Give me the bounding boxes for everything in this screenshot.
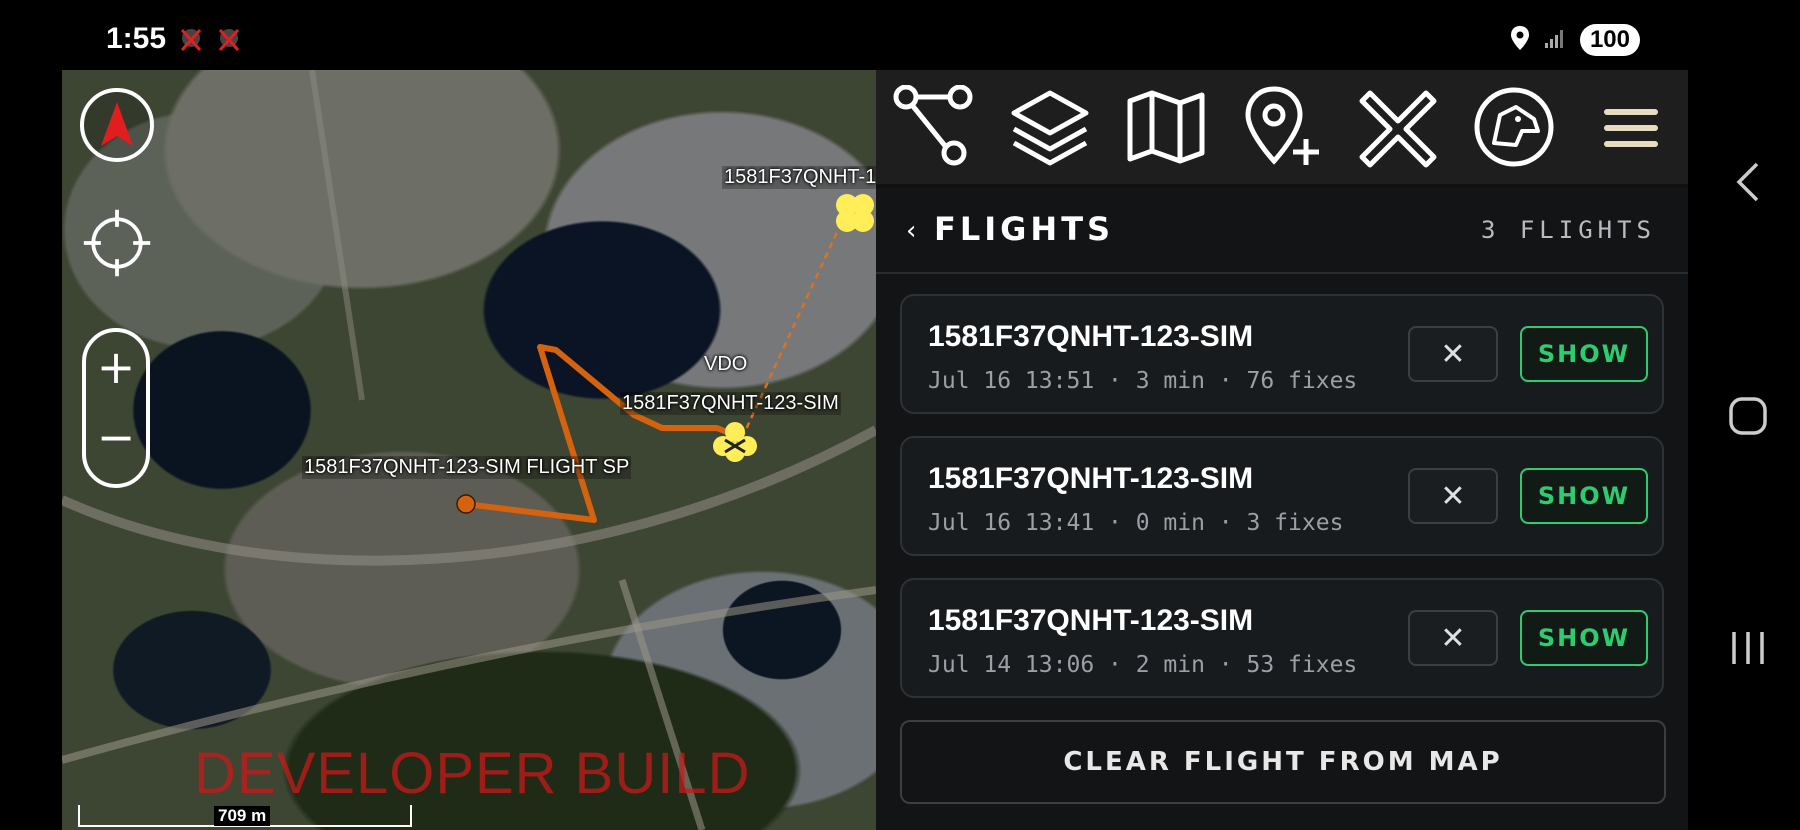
show-flight-button[interactable]: SHOW <box>1520 326 1648 382</box>
flight-track <box>465 344 744 523</box>
recents-icon <box>1732 632 1764 664</box>
show-flight-button[interactable]: SHOW <box>1520 610 1648 666</box>
layers-icon <box>1011 90 1089 166</box>
tak-alert-icon <box>216 26 242 54</box>
close-tools-icon <box>1359 90 1437 168</box>
menu-button[interactable] <box>1585 82 1675 172</box>
map-button[interactable] <box>1121 82 1211 172</box>
add-pin-button[interactable] <box>1237 82 1327 172</box>
panel-title: FLIGHTS <box>934 210 1115 248</box>
locate-button[interactable] <box>80 206 154 280</box>
home-icon <box>1729 397 1767 435</box>
back-chevron-icon[interactable]: ‹ <box>906 216 916 246</box>
show-flight-button[interactable]: SHOW <box>1520 468 1648 524</box>
scale-label: 709 m <box>214 806 271 826</box>
flight-card: 1581F37QNHT-123-SIM Jul 16 13:41 · 0 min… <box>900 436 1664 556</box>
zoom-out-button[interactable]: − <box>86 402 146 472</box>
dog-logo-button[interactable] <box>1469 82 1559 172</box>
remove-flight-button[interactable]: ✕ <box>1408 326 1498 382</box>
zoom-in-button[interactable]: + <box>86 332 146 402</box>
home-button[interactable] <box>1718 386 1778 446</box>
back-icon <box>1736 162 1759 202</box>
recents-button[interactable] <box>1718 618 1778 678</box>
developer-build-watermark: DEVELOPER BUILD <box>194 741 751 806</box>
layers-button[interactable] <box>1005 82 1095 172</box>
remove-flight-button[interactable]: ✕ <box>1408 468 1498 524</box>
aircraft-marker-icon[interactable] <box>832 190 876 236</box>
compass-arrow-icon <box>101 102 133 146</box>
hamburger-menu-icon <box>1604 109 1658 147</box>
signal-icon <box>1544 27 1566 53</box>
flight-name: 1581F37QNHT-123-SIM <box>928 604 1254 637</box>
add-pin-icon <box>1245 86 1319 165</box>
map-label-flight-mid: 1581F37QNHT-123-SIM <box>620 392 841 415</box>
back-button[interactable] <box>1718 152 1778 212</box>
status-icons: 100 <box>1510 24 1640 56</box>
battery-indicator: 100 <box>1579 24 1640 56</box>
crosshair-icon <box>83 209 151 277</box>
flight-count: 3 FLIGHTS <box>1480 216 1656 244</box>
tak-alert-icon <box>178 26 204 54</box>
map-label-vdo: VDO <box>704 353 748 375</box>
flight-name: 1581F37QNHT-123-SIM <box>928 462 1254 495</box>
flight-card: 1581F37QNHT-123-SIM Jul 14 13:06 · 2 min… <box>900 578 1664 698</box>
flight-meta: Jul 14 13:06 · 2 min · 53 fixes <box>928 652 1358 678</box>
remove-flight-button[interactable]: ✕ <box>1408 610 1498 666</box>
route-button[interactable] <box>889 82 979 172</box>
panel-header: ‹ FLIGHTS 3 FLIGHTS <box>876 188 1688 274</box>
status-bar: 1:55 100 <box>0 0 1800 70</box>
zoom-control: + − <box>82 328 150 488</box>
clear-flight-button[interactable]: CLEAR FLIGHT FROM MAP <box>900 720 1666 804</box>
flight-meta: Jul 16 13:51 · 3 min · 76 fixes <box>928 368 1358 394</box>
map-label-flight-start: 1581F37QNHT-123-SIM FLIGHT SP <box>302 456 632 479</box>
flight-name: 1581F37QNHT-123-SIM <box>928 320 1254 353</box>
drone-marker-icon[interactable] <box>712 420 758 464</box>
map-label-flight-top: 1581F37QNHT-1 <box>722 166 876 189</box>
map-icon <box>1127 90 1205 164</box>
dog-logo-icon <box>1474 87 1554 167</box>
flight-meta: Jul 16 13:41 · 0 min · 3 fixes <box>928 510 1344 536</box>
flight-card: 1581F37QNHT-123-SIM Jul 16 13:51 · 3 min… <box>900 294 1664 414</box>
clock: 1:55 <box>106 22 167 55</box>
system-nav-bar <box>1688 0 1800 830</box>
location-icon <box>1510 25 1530 55</box>
map-view[interactable]: + − 1581F37QNHT-1 VDO 1581F37QNHT-123-SI… <box>62 70 876 830</box>
close-tools-button[interactable] <box>1353 82 1443 172</box>
route-icon <box>893 85 973 166</box>
flights-panel: ‹ FLIGHTS 3 FLIGHTS 1581F37QNHT-123-SIM … <box>876 188 1688 830</box>
compass-button[interactable] <box>80 88 154 162</box>
toolbar <box>876 70 1688 188</box>
